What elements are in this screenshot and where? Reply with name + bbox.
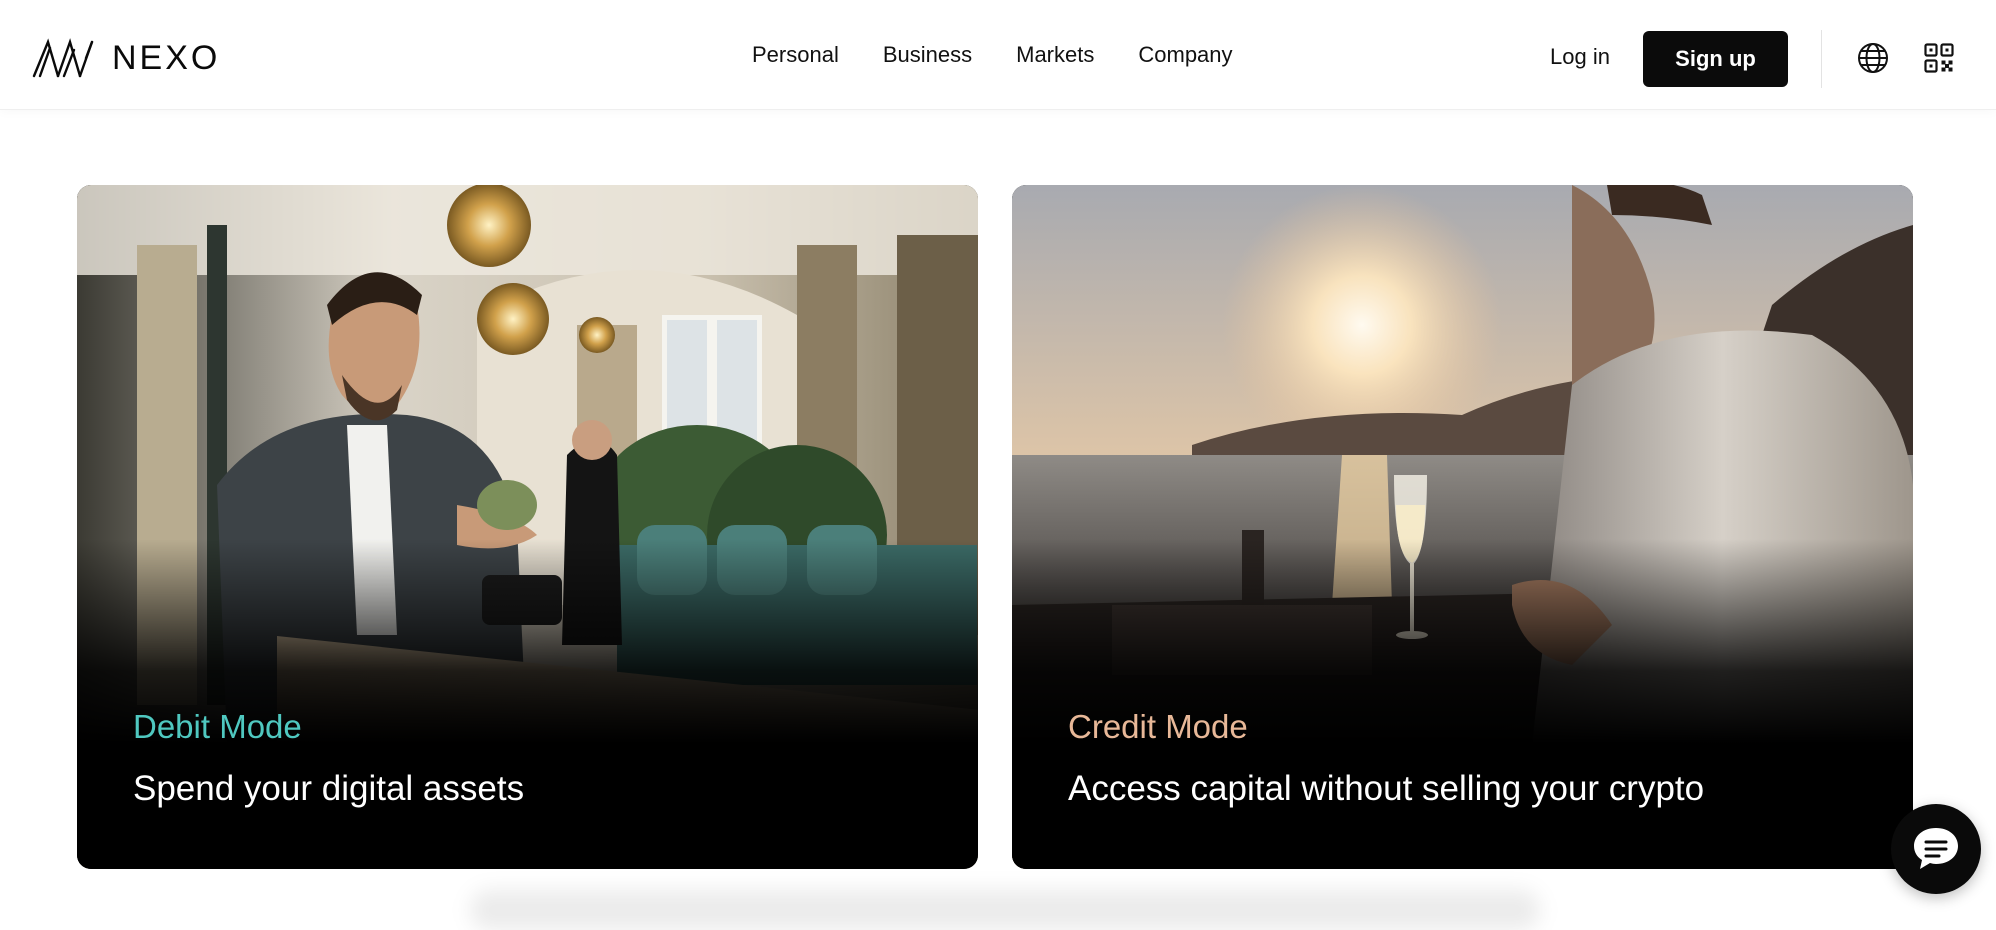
signup-button[interactable]: Sign up [1643, 31, 1788, 87]
login-link[interactable]: Log in [1550, 44, 1610, 70]
qr-code-icon[interactable] [1924, 43, 1954, 73]
header-divider [1821, 30, 1822, 88]
nav-item-business[interactable]: Business [883, 42, 972, 68]
brand-logo[interactable]: NEXO [32, 38, 220, 78]
chat-bubble-icon [1914, 828, 1958, 869]
card-title: Access capital without selling your cryp… [1068, 769, 1705, 808]
nexo-logo-icon [32, 38, 94, 78]
debit-mode-card[interactable]: Debit Mode Spend your digital assets [77, 185, 978, 869]
credit-mode-card[interactable]: Credit Mode Access capital without selli… [1012, 185, 1913, 869]
brand-wordmark: NEXO [112, 38, 221, 77]
card-gradient-overlay [1012, 539, 1913, 869]
card-eyebrow: Credit Mode [1068, 708, 1248, 745]
nav-item-markets[interactable]: Markets [1016, 42, 1094, 68]
main-nav: Personal Business Markets Company [752, 42, 1233, 68]
nav-item-company[interactable]: Company [1138, 42, 1232, 68]
card-eyebrow: Debit Mode [133, 708, 302, 745]
card-gradient-overlay [77, 539, 978, 869]
globe-icon[interactable] [1857, 42, 1889, 74]
section-shadow [470, 890, 1540, 930]
chat-button[interactable] [1891, 804, 1981, 894]
card-title: Spend your digital assets [133, 769, 525, 808]
nav-item-personal[interactable]: Personal [752, 42, 839, 68]
site-header: NEXO Personal Business Markets Company L… [0, 0, 1996, 110]
